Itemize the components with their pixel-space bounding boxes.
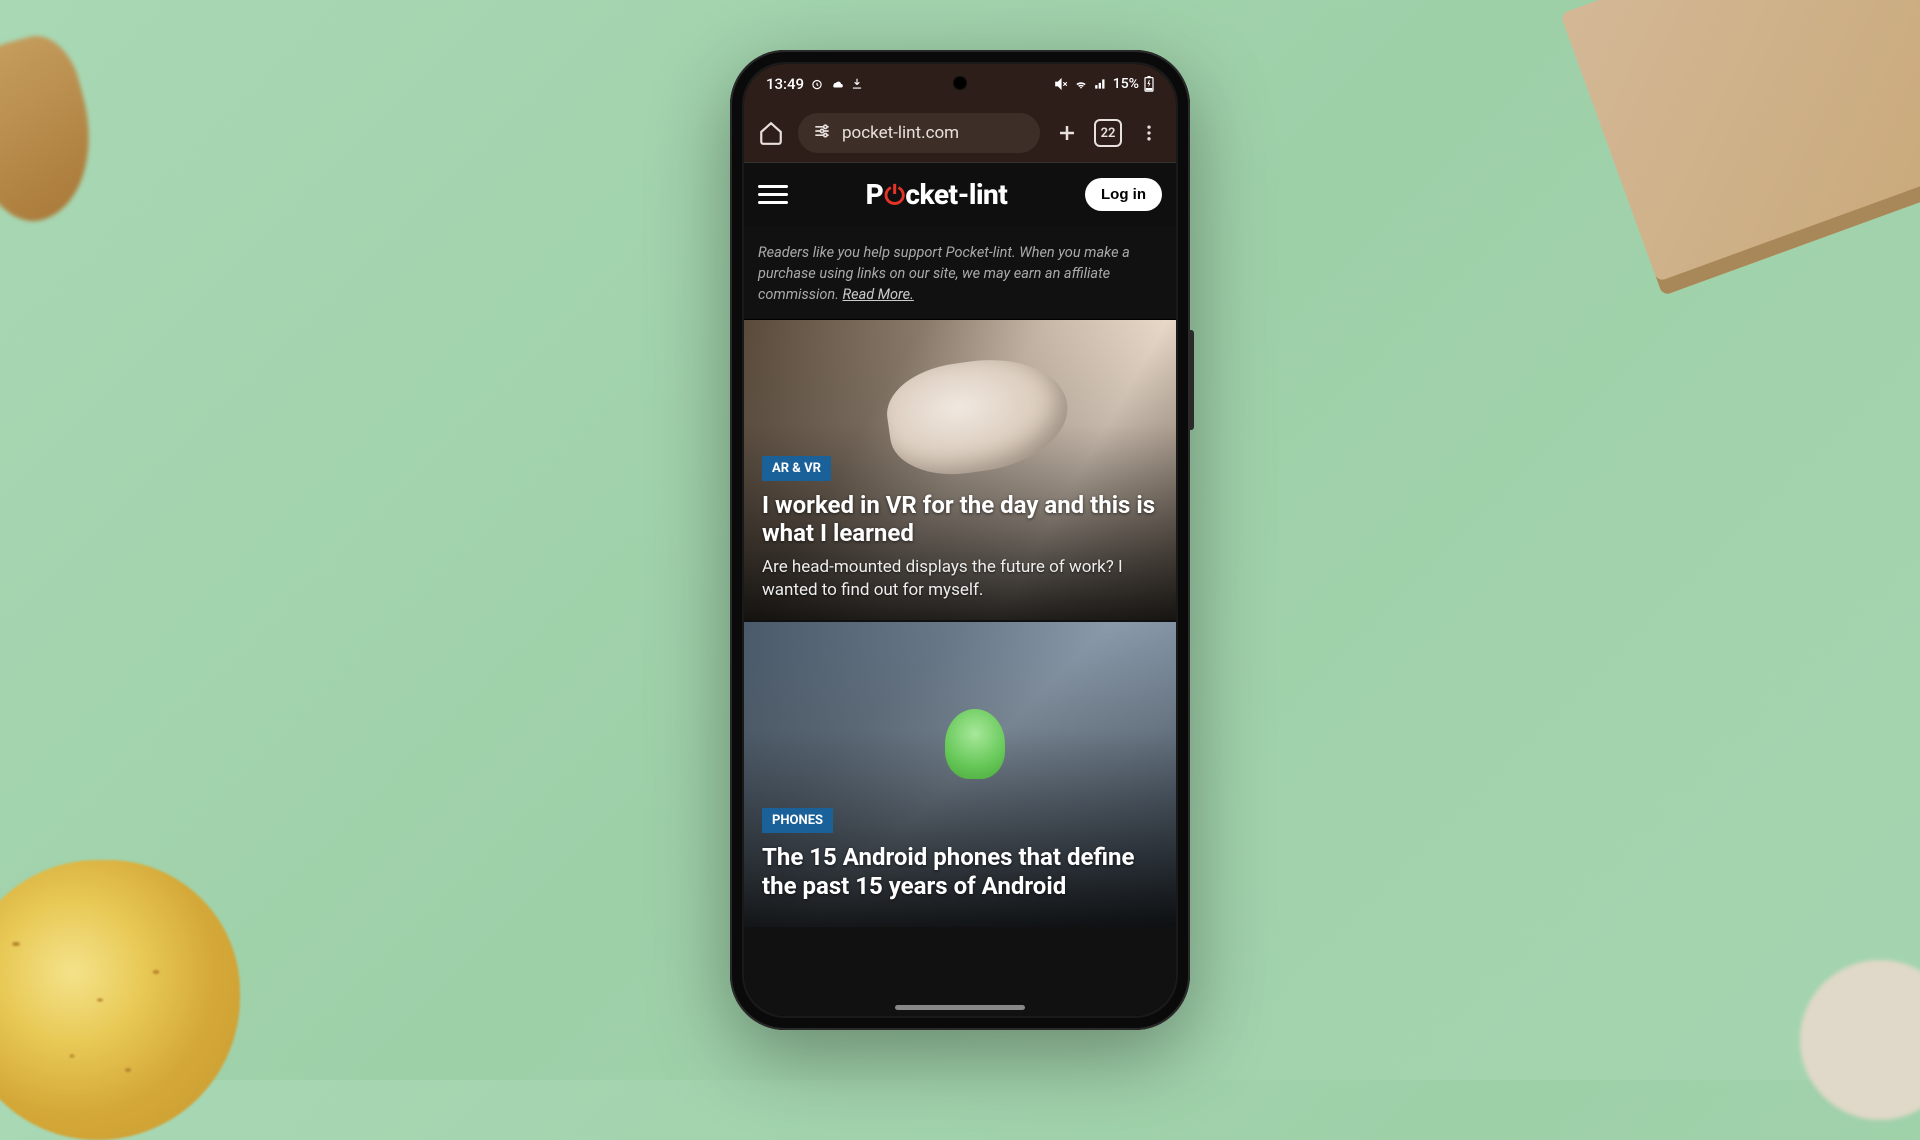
login-button[interactable]: Log in [1085, 178, 1162, 211]
read-more-link[interactable]: Read More. [842, 286, 913, 303]
article-image [881, 349, 1075, 483]
wifi-icon [1073, 77, 1089, 91]
alarm-icon [810, 77, 824, 91]
tabs-button[interactable]: 22 [1094, 119, 1122, 147]
category-badge[interactable]: AR & VR [762, 456, 831, 481]
article-title: I worked in VR for the day and this is w… [762, 491, 1158, 549]
phone-frame: 13:49 [730, 50, 1190, 1030]
article-image [945, 709, 1005, 779]
article-card[interactable]: AR & VR I worked in VR for the day and t… [744, 320, 1176, 620]
tab-count: 22 [1101, 126, 1116, 141]
logo-text: cket-lint [905, 178, 1007, 211]
download-icon [850, 77, 864, 91]
mute-icon [1054, 77, 1068, 91]
browser-toolbar: pocket-lint.com 22 [744, 104, 1176, 162]
affiliate-text: Readers like you help support Pocket-lin… [758, 244, 1130, 303]
background-decoration [0, 28, 111, 233]
category-badge[interactable]: PHONES [762, 808, 833, 833]
background-decoration [0, 860, 240, 1140]
article-card[interactable]: PHONES The 15 Android phones that define… [744, 622, 1176, 927]
home-button[interactable] [754, 116, 788, 150]
new-tab-button[interactable] [1050, 116, 1084, 150]
logo-text: P [866, 178, 884, 211]
background-decoration [1560, 0, 1920, 296]
battery-charging-icon [1144, 76, 1154, 92]
camera-hole [953, 76, 967, 90]
phone-screen: 13:49 [744, 64, 1176, 1016]
url-text: pocket-lint.com [842, 123, 959, 143]
signal-icon [1094, 77, 1108, 91]
home-indicator[interactable] [895, 1005, 1025, 1010]
status-clock: 13:49 [766, 75, 804, 93]
cloud-icon [830, 77, 844, 91]
address-bar[interactable]: pocket-lint.com [798, 113, 1040, 153]
battery-percent: 15% [1113, 76, 1139, 92]
affiliate-disclosure: Readers like you help support Pocket-lin… [744, 226, 1176, 320]
article-subtitle: Are head-mounted displays the future of … [762, 556, 1158, 602]
menu-icon[interactable] [758, 180, 788, 210]
site-header: P⏻cket-lint Log in [744, 162, 1176, 226]
site-settings-icon[interactable] [812, 121, 832, 146]
power-icon: ⏻ [884, 181, 904, 212]
site-logo[interactable]: P⏻cket-lint [866, 178, 1008, 212]
phone-side-button [1190, 330, 1194, 430]
page-content[interactable]: P⏻cket-lint Log in Readers like you help… [744, 162, 1176, 1016]
overflow-menu-button[interactable] [1132, 116, 1166, 150]
article-title: The 15 Android phones that define the pa… [762, 843, 1158, 901]
background-decoration [1800, 960, 1920, 1120]
